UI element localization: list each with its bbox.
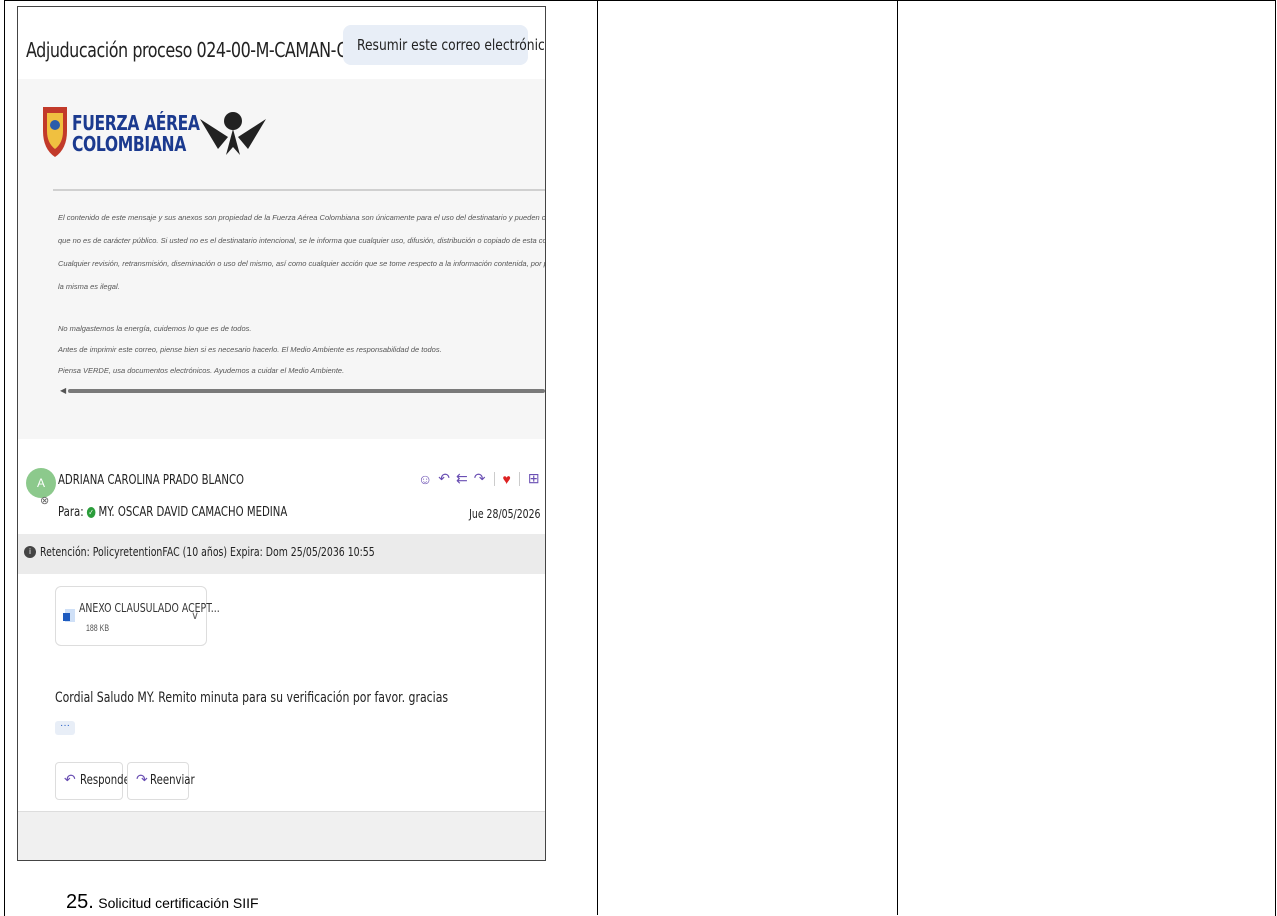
caption-text: Solicitud certificación SIIF (98, 895, 259, 911)
message-text: Cordial Saludo MY. Remito minuta para su… (55, 690, 449, 706)
scroll-left-icon[interactable]: ◀ (60, 386, 66, 395)
email-screenshot: Adjuducación proceso 024-00-M-CAMAN-GRUA… (17, 6, 546, 861)
legal-line: la misma es ilegal. (58, 282, 120, 291)
summarize-button[interactable]: Resumir este correo electrónico (343, 25, 545, 65)
legal-line: Piensa VERDE, usa documentos electrónico… (58, 366, 345, 375)
reply-icon[interactable]: ↶ (438, 470, 450, 487)
caption-number: 25. (66, 891, 94, 913)
actions-divider (518, 471, 520, 486)
forward-button[interactable]: ↷ Reenviar (127, 762, 195, 800)
reply-button[interactable]: ↶ Responder (55, 762, 134, 800)
retention-text: Retención: PolicyretentionFAC (10 años) … (40, 545, 375, 559)
info-icon: i (24, 546, 36, 558)
message-body: ANEXO CLAUSULADO ACEPT... 188 KB ∨ Cordi… (18, 574, 545, 811)
sender-header: A ⊗ ADRIANA CAROLINA PRADO BLANCO Para: ✓… (18, 452, 545, 532)
shield-icon (43, 107, 67, 157)
wings-emblem-icon (200, 112, 266, 155)
legal-line: No malgastemos la energía, cuidemos lo q… (58, 324, 252, 333)
retention-bar: i Retención: PolicyretentionFAC (10 años… (18, 534, 545, 574)
message-date: Jue 28/05/2026 (469, 507, 541, 521)
table-column-divider (897, 0, 898, 915)
reply-all-icon[interactable]: ⇇ (456, 470, 468, 487)
fac-logo: FUERZA AÉREA COLOMBIANA (38, 93, 268, 163)
legal-line: Antes de imprimir este correo, piense bi… (58, 345, 442, 354)
horizontal-scrollbar[interactable] (68, 389, 545, 393)
legal-line: Cualquier revisión, retransmisión, disem… (58, 259, 545, 268)
chevron-down-icon[interactable]: ∨ (191, 609, 199, 622)
recipient-name[interactable]: MY. OSCAR DAVID CAMACHO MEDINA (98, 505, 287, 520)
show-more-button[interactable]: ··· (55, 721, 75, 735)
to-label: Para: (58, 505, 84, 520)
attachment-card[interactable]: ANEXO CLAUSULADO ACEPT... 188 KB ∨ (55, 586, 220, 646)
sender-name[interactable]: ADRIANA CAROLINA PRADO BLANCO (58, 473, 244, 488)
email-subject-bar: Adjuducación proceso 024-00-M-CAMAN-GRUA… (18, 7, 545, 80)
message-actions: ☺ ↶ ⇇ ↷ ♥ ⊞ (418, 470, 540, 487)
shield-alert-icon[interactable]: ♥ (503, 471, 511, 487)
reply-label: Responder (80, 773, 135, 788)
presence-icon: ⊗ (40, 495, 50, 507)
verified-icon: ✓ (86, 507, 96, 518)
emoji-icon[interactable]: ☺ (418, 471, 432, 487)
actions-divider (493, 471, 495, 486)
legal-line: El contenido de este mensaje y sus anexo… (58, 213, 546, 222)
table-column-divider (597, 0, 598, 915)
apps-icon[interactable]: ⊞ (528, 470, 540, 487)
recipient-row: Para: ✓ MY. OSCAR DAVID CAMACHO MEDINA (58, 505, 287, 520)
forward-icon[interactable]: ↷ (474, 470, 486, 487)
reply-icon: ↶ (64, 771, 76, 787)
reading-pane-footer (18, 811, 545, 860)
email-signature-area: FUERZA AÉREA COLOMBIANA El contenido de … (18, 79, 545, 439)
attachment-size: 188 KB (86, 623, 110, 633)
summarize-label: Resumir este correo electrónico (357, 36, 546, 54)
forward-label: Reenviar (150, 773, 195, 788)
word-file-icon (63, 609, 75, 622)
logo-text-line2: COLOMBIANA (72, 132, 186, 156)
signature-divider (53, 189, 545, 191)
forward-icon: ↷ (136, 771, 148, 787)
document-caption: 25. Solicitud certificación SIIF (66, 891, 259, 914)
legal-line: que no es de carácter público. Si usted … (58, 236, 545, 245)
